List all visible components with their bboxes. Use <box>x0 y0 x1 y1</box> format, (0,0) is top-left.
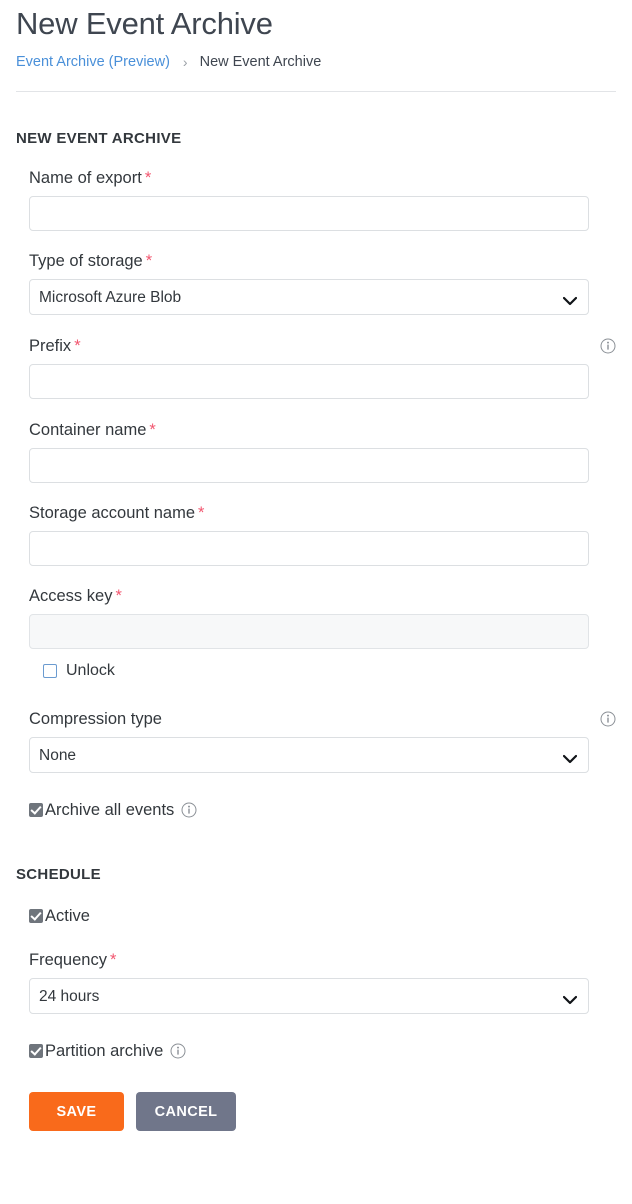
field-label-compression-type: Compression type <box>29 710 162 728</box>
label-text: Container name <box>29 421 147 439</box>
field-prefix: Prefix * <box>16 335 616 399</box>
field-header: Compression type <box>29 708 616 730</box>
field-label-access-key: Access key * <box>29 585 122 607</box>
label-text: Type of storage <box>29 252 143 270</box>
field-access-key: Access key * <box>16 585 616 649</box>
breadcrumb-current: New Event Archive <box>199 54 322 70</box>
access-key-input[interactable] <box>29 614 589 649</box>
name-of-export-input[interactable] <box>29 196 589 231</box>
field-label-frequency: Frequency * <box>29 949 116 971</box>
frequency-select-wrap: 24 hours <box>29 978 589 1014</box>
schedule-active-label: Active <box>45 907 90 925</box>
page-title: New Event Archive <box>16 6 273 41</box>
partition-archive-row[interactable]: Partition archive <box>16 1040 616 1062</box>
compression-type-select[interactable]: None <box>29 737 589 773</box>
unlock-checkbox[interactable] <box>43 664 57 678</box>
label-text: Prefix <box>29 337 72 355</box>
frequency-select[interactable]: 24 hours <box>29 978 589 1014</box>
storage-account-name-input[interactable] <box>29 531 589 566</box>
unlock-label: Unlock <box>66 662 115 679</box>
required-asterisk: * <box>149 421 156 439</box>
field-header: Type of storage * <box>29 250 616 272</box>
field-header: Name of export * <box>29 167 616 189</box>
required-asterisk: * <box>74 337 81 355</box>
field-container-name: Container name * <box>16 419 616 483</box>
field-name-of-export: Name of export * <box>16 167 616 231</box>
field-header: Frequency * <box>29 949 616 971</box>
cancel-button[interactable]: CANCEL <box>136 1092 236 1131</box>
archive-all-events-row[interactable]: Archive all events <box>16 799 616 821</box>
schedule-active-row[interactable]: Active <box>16 905 616 927</box>
field-frequency: Frequency * 24 hours <box>16 949 616 1014</box>
save-button[interactable]: SAVE <box>29 1092 124 1131</box>
info-circle-icon[interactable] <box>181 802 197 818</box>
section-title-new-event-archive: NEW EVENT ARCHIVE <box>16 130 182 147</box>
partition-archive-label: Partition archive <box>45 1042 164 1060</box>
required-asterisk: * <box>109 951 117 969</box>
required-asterisk: * <box>198 504 205 522</box>
partition-archive-checkbox[interactable] <box>29 1044 43 1058</box>
form-actions: SAVE CANCEL <box>16 1092 616 1131</box>
info-circle-icon[interactable] <box>600 711 616 727</box>
archive-all-events-label: Archive all events <box>45 801 175 819</box>
info-circle-icon[interactable] <box>600 338 616 354</box>
section-title-schedule: SCHEDULE <box>16 866 101 883</box>
container-name-input[interactable] <box>29 448 589 483</box>
field-header: Storage account name * <box>29 502 616 524</box>
field-label-name-of-export: Name of export * <box>29 167 151 189</box>
breadcrumb-separator-icon: › <box>182 54 188 70</box>
field-header: Prefix * <box>29 335 616 357</box>
schedule-active-checkbox[interactable] <box>29 909 43 923</box>
breadcrumb: Event Archive (Preview) › New Event Arch… <box>16 52 616 72</box>
field-label-storage-account-name: Storage account name * <box>29 502 204 524</box>
label-text: Access key <box>29 587 113 605</box>
type-of-storage-select[interactable]: Microsoft Azure Blob <box>29 279 589 315</box>
field-compression-type: Compression type None <box>16 708 616 773</box>
compression-type-select-wrap: None <box>29 737 589 773</box>
prefix-input[interactable] <box>29 364 589 399</box>
label-text: Storage account name <box>29 504 196 522</box>
field-header: Access key * <box>29 585 616 607</box>
page-header: New Event Archive Event Archive (Preview… <box>0 0 632 92</box>
new-event-archive-form: NEW EVENT ARCHIVE Name of export * Type o… <box>0 100 632 1131</box>
required-asterisk: * <box>145 252 153 270</box>
unlock-access-key-row[interactable]: Unlock <box>16 662 616 680</box>
header-divider <box>16 91 616 92</box>
required-asterisk: * <box>115 587 122 605</box>
breadcrumb-link-event-archive[interactable]: Event Archive (Preview) <box>16 52 170 72</box>
field-type-of-storage: Type of storage * Microsoft Azure Blob <box>16 250 616 315</box>
archive-all-events-checkbox[interactable] <box>29 803 43 817</box>
label-text: Frequency <box>29 951 107 969</box>
type-of-storage-select-wrap: Microsoft Azure Blob <box>29 279 589 315</box>
required-asterisk: * <box>144 169 152 187</box>
field-header: Container name * <box>29 419 616 441</box>
field-label-container-name: Container name * <box>29 419 156 441</box>
field-label-type-of-storage: Type of storage * <box>29 250 152 272</box>
field-label-prefix: Prefix * <box>29 335 81 357</box>
label-text: Name of export <box>29 169 142 187</box>
field-storage-account-name: Storage account name * <box>16 502 616 566</box>
info-circle-icon[interactable] <box>170 1043 186 1059</box>
